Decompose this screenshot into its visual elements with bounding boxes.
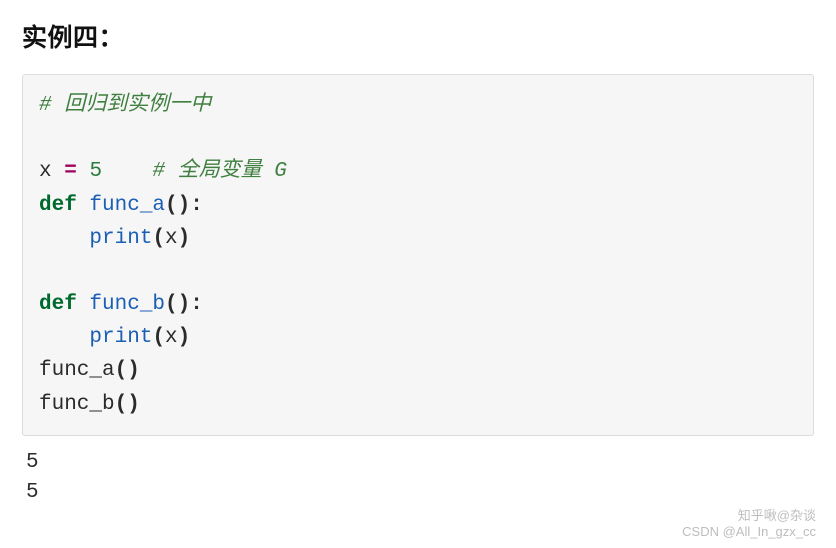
assign-operator: = (64, 160, 77, 183)
argument: x (165, 227, 178, 250)
paren-open: ( (165, 293, 178, 316)
keyword-def: def (39, 194, 77, 217)
comment-inline: # 全局变量 G (152, 160, 286, 183)
output-line: 5 (26, 481, 39, 504)
colon: : (190, 293, 203, 316)
call-name: print (89, 227, 152, 250)
function-name: func_b (89, 293, 165, 316)
paren-open: ( (115, 393, 128, 416)
paren-close: ) (127, 359, 140, 382)
paren-close: ) (178, 227, 191, 250)
comment-line: # 回归到实例一中 (39, 94, 211, 117)
code-block: # 回归到实例一中 x = 5 # 全局变量 G def func_a(): p… (22, 74, 814, 436)
watermark-line: 知乎啾@杂谈 (738, 508, 816, 523)
paren-open: ( (152, 326, 165, 349)
paren-close: ) (127, 393, 140, 416)
keyword-def: def (39, 293, 77, 316)
watermark-line: CSDN @All_In_gzx_cc (682, 524, 816, 539)
call-name: print (89, 326, 152, 349)
paren-open: ( (115, 359, 128, 382)
paren-open: ( (152, 227, 165, 250)
colon: : (190, 194, 203, 217)
watermark: 知乎啾@杂谈CSDN @All_In_gzx_cc (682, 508, 816, 539)
call-expression: func_a (39, 359, 115, 382)
output-block: 5 5 (22, 448, 814, 509)
call-expression: func_b (39, 393, 115, 416)
variable-name: x (39, 160, 52, 183)
number-literal: 5 (89, 160, 102, 183)
paren-close: ) (178, 326, 191, 349)
output-line: 5 (26, 451, 39, 474)
paren-close: ) (178, 194, 191, 217)
section-heading: 实例四： (22, 18, 814, 54)
paren-open: ( (165, 194, 178, 217)
paren-close: ) (178, 293, 191, 316)
function-name: func_a (89, 194, 165, 217)
argument: x (165, 326, 178, 349)
